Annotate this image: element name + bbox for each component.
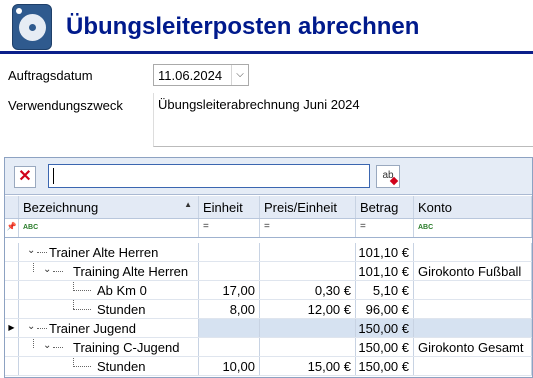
date-field[interactable]: 11.06.2024 ⌵ [153, 64, 249, 86]
table-row[interactable]: ⌄ Training C-Jugend 150,00 € Girokonto G… [5, 338, 532, 357]
close-icon: ✕ [18, 168, 32, 185]
table-row[interactable]: ⌄ Trainer Alte Herren 101,10 € [5, 243, 532, 262]
column-header-bezeichnung[interactable]: Bezeichnung ▲ [19, 196, 199, 218]
purpose-label: Verwendungszweck [8, 98, 123, 113]
header-divider [0, 51, 533, 54]
date-label: Auftragsdatum [8, 68, 93, 83]
table-row[interactable]: Stunden 10,00 15,00 € 150,00 € [5, 357, 532, 376]
chevron-down-icon[interactable]: ⌄ [43, 264, 51, 275]
chevron-down-icon[interactable]: ⌵ [231, 65, 248, 85]
grid-toolbar: ✕ ab [5, 158, 532, 195]
sort-asc-icon: ▲ [184, 200, 192, 209]
spellcheck-button[interactable]: ab [376, 165, 400, 188]
page-header: Übungsleiterposten abrechnen [0, 0, 533, 58]
filter-preis[interactable]: = [260, 219, 356, 237]
pin-icon: 📌 [5, 219, 19, 237]
table-row-selected[interactable]: ▶ ⌄ Trainer Jugend 150,00 € [5, 319, 532, 338]
search-input[interactable] [48, 164, 370, 188]
chevron-down-icon[interactable]: ⌄ [27, 245, 35, 256]
table-row[interactable]: Stunden 8,00 12,00 € 96,00 € [5, 300, 532, 319]
filter-einheit[interactable]: = [199, 219, 260, 237]
positions-grid: ✕ ab Bezeichnung ▲ Einheit Preis/Einheit… [4, 157, 533, 378]
table-row[interactable]: Ab Km 0 17,00 0,30 € 5,10 € [5, 281, 532, 300]
row-indicator-icon: ▶ [5, 319, 19, 337]
clear-filter-button[interactable]: ✕ [14, 166, 36, 188]
filter-konto[interactable]: ABC [414, 219, 532, 237]
filter-bezeichnung[interactable]: ABC [19, 219, 199, 237]
purpose-value: Übungsleiterabrechnung Juni 2024 [158, 97, 360, 112]
filter-row: 📌 ABC = = = ABC [5, 219, 532, 238]
column-header-preis[interactable]: Preis/Einheit [260, 196, 356, 218]
chevron-down-icon[interactable]: ⌄ [43, 340, 51, 351]
column-header-row: Bezeichnung ▲ Einheit Preis/Einheit Betr… [5, 196, 532, 219]
column-header-betrag[interactable]: Betrag [356, 196, 414, 218]
column-header-einheit[interactable]: Einheit [199, 196, 260, 218]
page-title: Übungsleiterposten abrechnen [66, 13, 420, 40]
filter-betrag[interactable]: = [356, 219, 414, 237]
disk-icon [12, 4, 52, 50]
purpose-field[interactable]: Übungsleiterabrechnung Juni 2024 [153, 93, 533, 147]
date-value: 11.06.2024 [158, 68, 223, 83]
table-row[interactable]: ⌄ Training Alte Herren 101,10 € Girokont… [5, 262, 532, 281]
column-header-konto[interactable]: Konto [414, 196, 532, 218]
chevron-down-icon[interactable]: ⌄ [27, 321, 35, 332]
